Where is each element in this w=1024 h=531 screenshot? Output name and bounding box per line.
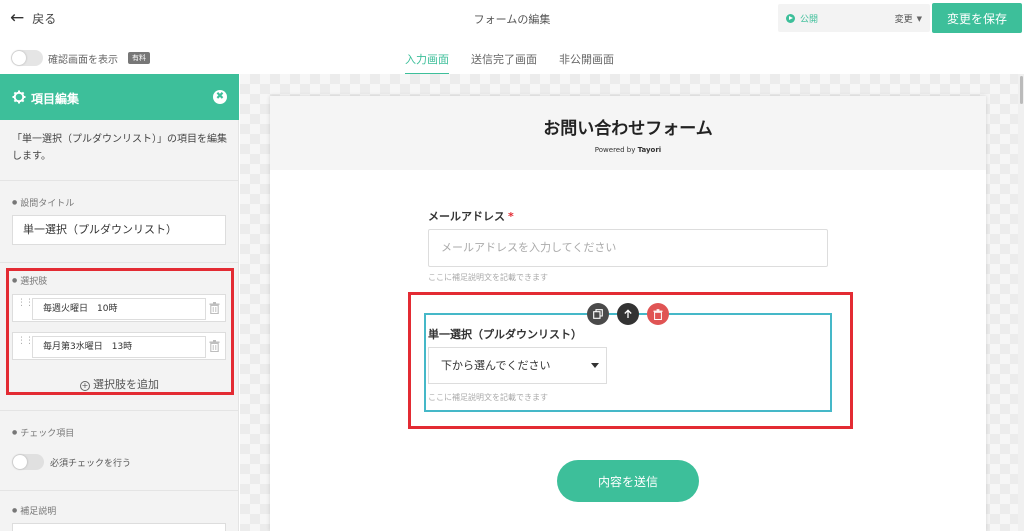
- duplicate-field-button[interactable]: [587, 303, 609, 325]
- copy-icon: [593, 309, 603, 319]
- trash-icon[interactable]: [209, 302, 220, 314]
- publish-status: 公開 変更 ▼: [778, 4, 930, 32]
- question-title-input[interactable]: 単一選択（プルダウンリスト）: [12, 215, 226, 245]
- divider: [0, 180, 239, 181]
- required-check-label: 必須チェックを行う: [50, 459, 132, 469]
- move-up-field-button[interactable]: [617, 303, 639, 325]
- confirm-screen-toggle[interactable]: [11, 50, 43, 66]
- confirm-screen-label: 確認画面を表示: [48, 55, 118, 66]
- required-check-toggle[interactable]: [12, 454, 44, 470]
- powered-by-prefix: Powered by: [594, 146, 636, 154]
- close-icon[interactable]: ✖: [213, 90, 227, 104]
- arrow-left-icon: ←: [10, 8, 25, 28]
- scrollbar-thumb[interactable]: [1020, 76, 1023, 104]
- dropdown-help-text: ここに補足説明文を記載できます: [428, 393, 548, 402]
- item-edit-sidebar: 項目編集 ✖ 「単一選択（プルダウンリスト）」の項目を編集します。 設問タイトル…: [0, 74, 239, 531]
- choice-input[interactable]: 毎週火曜日 10時: [32, 298, 206, 320]
- dropdown-field-label: 単一選択（プルダウンリスト）: [428, 328, 582, 341]
- dropdown-placeholder: 下から選んでください: [441, 359, 551, 372]
- trash-icon: [653, 308, 663, 320]
- supplement-input[interactable]: [12, 523, 226, 531]
- divider: [0, 490, 239, 491]
- drag-handle-icon[interactable]: ⋮⋮: [17, 337, 34, 346]
- choices-label: 選択肢: [12, 274, 47, 287]
- play-status-icon: [786, 14, 795, 23]
- arrow-up-icon: [624, 309, 632, 318]
- screen-tabs: 入力画面 送信完了画面 非公開画面: [405, 51, 614, 75]
- top-bar: ← 戻る フォームの編集 公開 変更 ▼ 変更を保存: [0, 0, 1024, 36]
- required-mark: *: [508, 210, 514, 223]
- paid-badge: 有料: [128, 52, 150, 64]
- question-title-label: 設問タイトル: [12, 196, 74, 209]
- form-title: お問い合わせフォーム: [543, 119, 713, 139]
- choice-input[interactable]: 毎月第3水曜日 13時: [32, 336, 206, 358]
- submit-button[interactable]: 内容を送信: [557, 460, 699, 502]
- caret-down-icon: ▼: [916, 14, 922, 23]
- powered-by-brand: Tayori: [637, 146, 662, 154]
- tab-completion-screen[interactable]: 送信完了画面: [471, 51, 537, 75]
- delete-field-button[interactable]: [647, 303, 669, 325]
- drag-handle-icon[interactable]: ⋮⋮: [17, 299, 34, 308]
- add-choice-label: 選択肢を追加: [93, 378, 159, 391]
- form-header: お問い合わせフォーム Powered by Tayori: [270, 96, 986, 170]
- trash-icon[interactable]: [209, 340, 220, 352]
- email-field-label: メールアドレス *: [428, 208, 514, 224]
- email-help-text: ここに補足説明文を記載できます: [428, 273, 548, 282]
- supplement-label: 補足説明: [12, 504, 56, 517]
- add-choice-button[interactable]: + 選択肢を追加: [0, 376, 239, 392]
- back-label: 戻る: [32, 11, 57, 26]
- save-button[interactable]: 変更を保存: [932, 3, 1022, 33]
- divider: [0, 410, 239, 411]
- tab-private-screen[interactable]: 非公開画面: [559, 51, 614, 75]
- email-field[interactable]: メールアドレスを入力してください: [428, 229, 828, 267]
- dropdown-select[interactable]: 下から選んでください: [428, 347, 607, 384]
- check-section-label: チェック項目: [12, 426, 74, 439]
- email-label-text: メールアドレス: [428, 210, 505, 223]
- status-change-dropdown[interactable]: 変更 ▼: [894, 12, 922, 26]
- powered-by: Powered by Tayori: [270, 146, 986, 154]
- caret-down-icon: [591, 363, 599, 368]
- divider: [0, 262, 239, 263]
- panel-description: 「単一選択（プルダウンリスト）」の項目を編集します。: [12, 134, 227, 162]
- status-label: 公開: [800, 15, 819, 25]
- tab-input-screen[interactable]: 入力画面: [405, 51, 449, 75]
- choice-row: ⋮⋮ 毎週火曜日 10時: [12, 294, 226, 322]
- plus-circle-icon: +: [80, 381, 90, 391]
- scrollbar[interactable]: [1018, 74, 1024, 531]
- panel-header: 項目編集 ✖: [0, 74, 239, 120]
- panel-title: 項目編集: [31, 92, 80, 106]
- gear-icon: [12, 90, 26, 104]
- status-change-label: 変更: [894, 15, 913, 25]
- choice-row: ⋮⋮ 毎月第3水曜日 13時: [12, 332, 226, 360]
- back-button[interactable]: ← 戻る: [10, 9, 56, 27]
